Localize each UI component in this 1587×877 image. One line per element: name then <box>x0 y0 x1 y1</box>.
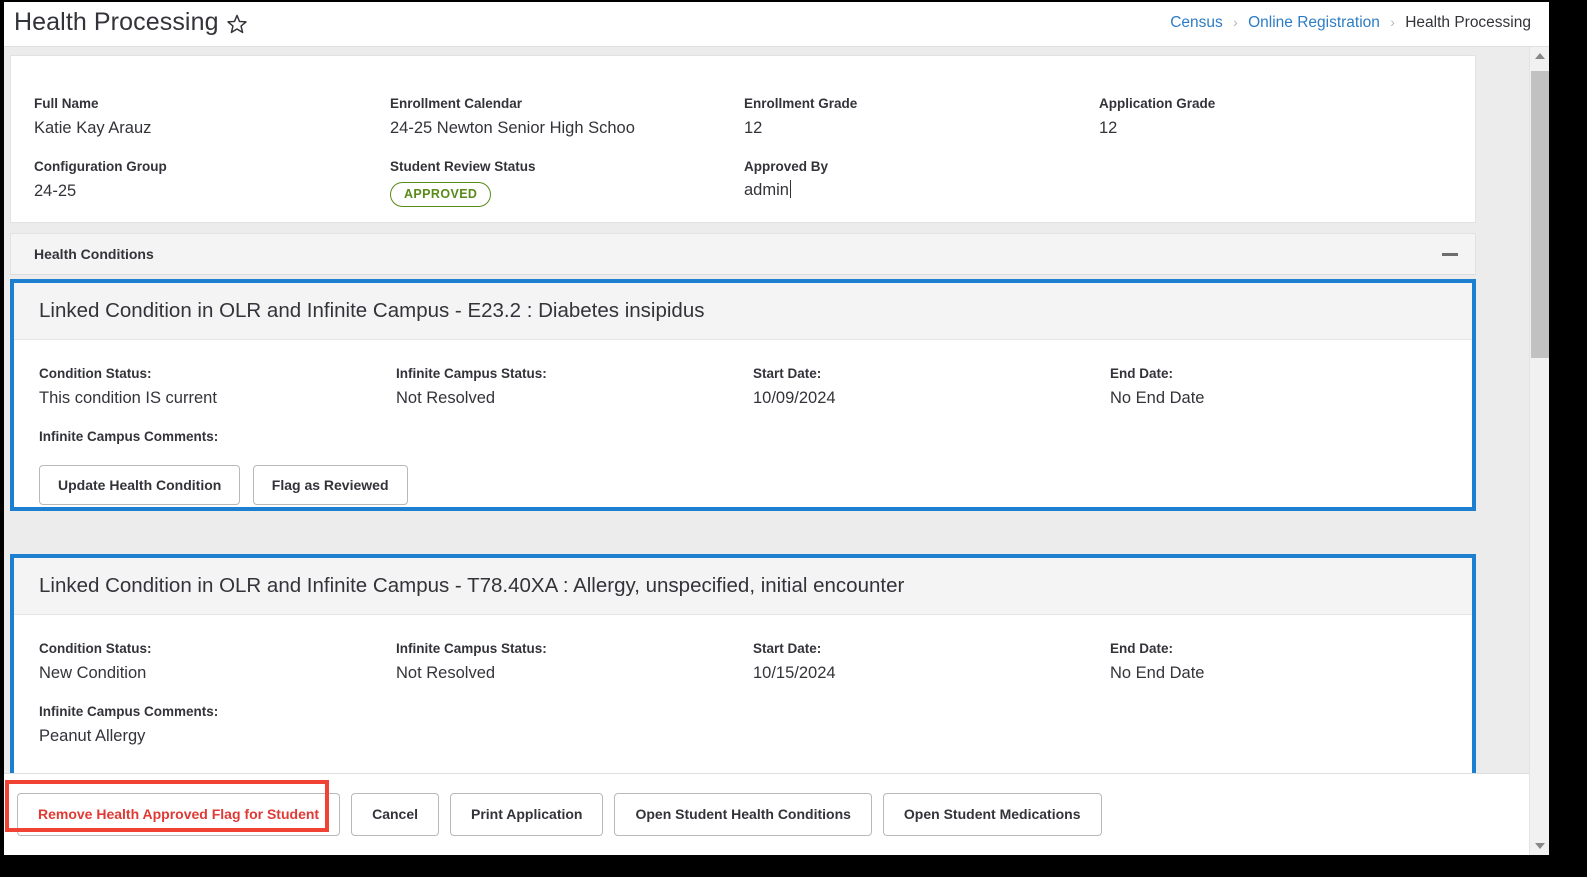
breadcrumb-separator-icon: › <box>1233 14 1238 30</box>
condition-card: Linked Condition in OLR and Infinite Cam… <box>10 554 1476 773</box>
open-student-medications-button[interactable]: Open Student Medications <box>882 793 1102 836</box>
condition-status-field: Condition Status: This condition IS curr… <box>39 366 217 408</box>
end-date-field: End Date: No End Date <box>1110 366 1204 408</box>
field-label: Configuration Group <box>34 159 167 174</box>
field-label: Student Review Status <box>390 159 536 174</box>
scrollbar-thumb[interactable] <box>1531 71 1549 358</box>
field-approved-by: Approved By admin <box>744 159 828 200</box>
field-value: 12 <box>1099 119 1118 137</box>
field-value: 12 <box>744 119 763 137</box>
scroll-down-arrow-icon[interactable] <box>1530 837 1549 855</box>
field-label: Condition Status: <box>39 366 152 381</box>
condition-card-body: Condition Status: This condition IS curr… <box>14 340 1472 507</box>
field-value: Katie Kay Arauz <box>34 119 152 137</box>
vertical-scrollbar[interactable] <box>1529 47 1549 855</box>
scroll-up-arrow-icon[interactable] <box>1530 47 1549 65</box>
start-date-field: Start Date: 10/09/2024 <box>753 366 836 408</box>
field-label: End Date: <box>1110 366 1174 381</box>
condition-card-header: Linked Condition in OLR and Infinite Cam… <box>14 283 1472 340</box>
health-conditions-section-header[interactable]: Health Conditions <box>10 233 1476 275</box>
field-label: Full Name <box>34 96 99 111</box>
screenshot-frame: Health Processing Census › Online Regist… <box>0 0 1587 877</box>
condition-card-body: Condition Status: New Condition Infinite… <box>14 615 1472 773</box>
bottom-toolbar: Remove Health Approved Flag for Student … <box>4 773 1529 855</box>
favorite-star-icon[interactable] <box>226 13 248 35</box>
infinite-campus-comments-field: Infinite Campus Comments: <box>39 429 218 452</box>
field-label: Enrollment Grade <box>744 96 858 111</box>
field-label: Infinite Campus Status: <box>396 641 547 656</box>
field-value: 10/15/2024 <box>753 664 836 682</box>
field-value: Peanut Allergy <box>39 727 146 745</box>
minus-icon[interactable] <box>1442 253 1458 256</box>
field-label: Condition Status: <box>39 641 152 656</box>
field-configuration-group: Configuration Group 24-25 <box>34 159 167 201</box>
student-info-card: Full Name Katie Kay Arauz Enrollment Cal… <box>10 55 1476 223</box>
application-window: Health Processing Census › Online Regist… <box>4 2 1549 855</box>
breadcrumb-item-online-registration[interactable]: Online Registration <box>1248 14 1380 31</box>
breadcrumb-item-census[interactable]: Census <box>1170 14 1223 31</box>
field-value: No End Date <box>1110 389 1205 407</box>
update-health-condition-button[interactable]: Update Health Condition <box>39 465 241 505</box>
field-application-grade: Application Grade 12 <box>1099 96 1215 138</box>
field-value: 24-25 Newton Senior High Schoo <box>390 119 635 137</box>
condition-card-header: Linked Condition in OLR and Infinite Cam… <box>14 558 1472 615</box>
approved-by-input[interactable]: admin <box>744 181 789 199</box>
breadcrumb-item-health-processing: Health Processing <box>1405 14 1531 31</box>
infinite-campus-status-field: Infinite Campus Status: Not Resolved <box>396 366 547 408</box>
field-label: Approved By <box>744 159 829 174</box>
field-label: Start Date: <box>753 366 822 381</box>
condition-status-field: Condition Status: New Condition <box>39 641 151 683</box>
open-student-health-conditions-button[interactable]: Open Student Health Conditions <box>614 793 872 836</box>
condition-title: Linked Condition in OLR and Infinite Cam… <box>39 574 905 597</box>
field-value: No End Date <box>1110 664 1205 682</box>
start-date-field: Start Date: 10/15/2024 <box>753 641 836 683</box>
field-value: New Condition <box>39 664 147 682</box>
breadcrumb: Census › Online Registration › Health Pr… <box>1170 14 1531 32</box>
breadcrumb-separator-icon: › <box>1390 14 1395 30</box>
condition-card: Linked Condition in OLR and Infinite Cam… <box>10 279 1476 511</box>
condition-actions: Update Health Condition Flag as Reviewed <box>39 465 416 505</box>
infinite-campus-comments-field: Infinite Campus Comments: Peanut Allergy <box>39 704 218 746</box>
field-label: Enrollment Calendar <box>390 96 523 111</box>
infinite-campus-status-field: Infinite Campus Status: Not Resolved <box>396 641 547 683</box>
page-title: Health Processing <box>14 8 219 36</box>
field-label: End Date: <box>1110 641 1174 656</box>
condition-title: Linked Condition in OLR and Infinite Cam… <box>39 299 705 322</box>
print-application-button[interactable]: Print Application <box>450 793 604 836</box>
remove-health-approved-flag-button[interactable]: Remove Health Approved Flag for Student <box>17 793 341 836</box>
field-full-name: Full Name Katie Kay Arauz <box>34 96 151 138</box>
field-value: This condition IS current <box>39 389 217 407</box>
status-badge: APPROVED <box>390 182 492 207</box>
page-header: Health Processing Census › Online Regist… <box>4 2 1549 47</box>
field-label: Infinite Campus Status: <box>396 366 547 381</box>
field-student-review-status: Student Review Status APPROVED <box>390 159 536 207</box>
text-cursor <box>789 180 791 198</box>
field-label: Start Date: <box>753 641 822 656</box>
section-title: Health Conditions <box>34 246 154 262</box>
cancel-button[interactable]: Cancel <box>351 793 439 836</box>
field-value: Not Resolved <box>396 664 496 682</box>
field-label: Infinite Campus Comments: <box>39 429 219 444</box>
end-date-field: End Date: No End Date <box>1110 641 1204 683</box>
flag-as-reviewed-button[interactable]: Flag as Reviewed <box>252 465 408 505</box>
field-value: 10/09/2024 <box>753 389 836 407</box>
page-scroll-region: Full Name Katie Kay Arauz Enrollment Cal… <box>4 47 1529 773</box>
field-label: Application Grade <box>1099 96 1216 111</box>
field-label: Infinite Campus Comments: <box>39 704 219 719</box>
field-enrollment-calendar: Enrollment Calendar 24-25 Newton Senior … <box>390 96 635 138</box>
field-value: 24-25 <box>34 182 77 200</box>
field-enrollment-grade: Enrollment Grade 12 <box>744 96 857 138</box>
field-value: Not Resolved <box>396 389 496 407</box>
